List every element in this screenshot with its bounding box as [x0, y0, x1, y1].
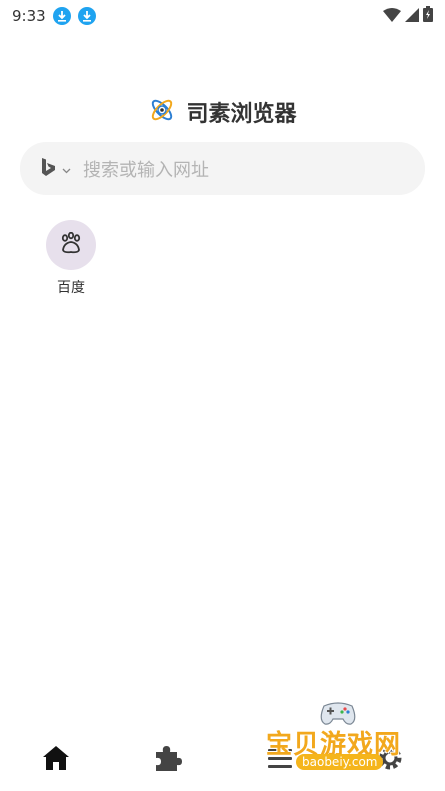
shortcut-icon-container[interactable] — [46, 220, 96, 270]
status-right — [383, 6, 433, 26]
search-bar[interactable]: 搜索或输入网址 — [20, 142, 425, 195]
download-icon — [77, 7, 96, 25]
status-left: 9:33 — [12, 7, 96, 25]
baidu-paw-icon — [59, 231, 83, 258]
atom-logo-icon — [148, 96, 176, 128]
watermark: 宝贝游戏网 baobeiy.com — [262, 700, 442, 788]
home-button[interactable] — [38, 742, 74, 778]
extensions-icon — [153, 744, 183, 776]
shortcut-baidu[interactable]: 百度 — [46, 220, 96, 297]
status-bar: 9:33 — [0, 0, 445, 32]
search-input[interactable]: 搜索或输入网址 — [83, 156, 209, 182]
shortcut-label: 百度 — [57, 280, 85, 296]
watermark-url: baobeiy.com — [296, 754, 384, 770]
wifi-icon — [383, 7, 401, 26]
chevron-down-icon — [62, 159, 71, 178]
download-icon — [52, 7, 71, 25]
extensions-button[interactable] — [150, 742, 186, 778]
home-icon — [42, 745, 70, 775]
bing-icon — [42, 157, 56, 180]
status-time: 9:33 — [12, 7, 46, 25]
app-header: 司素浏览器 — [0, 96, 445, 128]
signal-icon — [405, 7, 419, 26]
app-title: 司素浏览器 — [186, 102, 297, 127]
search-engine-selector[interactable] — [42, 157, 71, 180]
battery-icon — [423, 6, 433, 26]
